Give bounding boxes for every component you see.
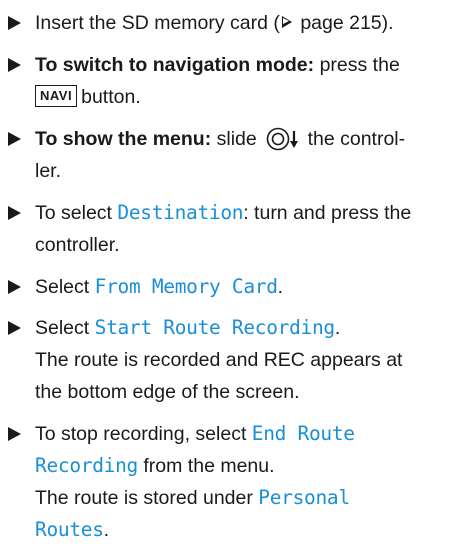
step-bullet-icon: [8, 427, 21, 441]
step-bullet-icon: [8, 58, 21, 72]
step-text: Select: [35, 276, 95, 298]
step-text: To stop recording, select: [35, 423, 252, 445]
menu-item-destination: Destination: [117, 201, 244, 224]
result-text: The route is recorded and REC appears at: [35, 349, 403, 371]
step-text: the control-: [302, 128, 406, 150]
reference-triangle-icon: [281, 16, 292, 28]
step-text: controller.: [35, 234, 120, 256]
step-text: To select: [35, 202, 118, 224]
step-text: Select: [35, 317, 95, 339]
step-text: press the: [314, 54, 400, 76]
menu-item-from-memory-card: From Memory Card: [94, 275, 278, 298]
result-text: The route is stored under: [35, 487, 259, 509]
step-text: Insert the SD memory card (: [35, 12, 280, 34]
step-text: .: [334, 317, 341, 339]
step-bullet-icon: [8, 206, 21, 220]
menu-item-personal-routes: Personal: [258, 486, 350, 509]
menu-item-personal-routes-cont: Routes: [35, 518, 104, 541]
menu-item-start-route-recording: Start Route Recording: [94, 316, 336, 339]
step-insert-sd-card: Insert the SD memory card ( page 215).: [8, 7, 458, 39]
step-text: : turn and press the: [243, 202, 412, 224]
step-bullet-icon: [8, 280, 21, 294]
step-bullet-icon: [8, 16, 21, 30]
controller-slide-down-icon: [266, 127, 299, 151]
step-text: from the menu.: [137, 455, 275, 477]
instruction-page: Insert the SD memory card ( page 215). T…: [0, 0, 462, 541]
step-bullet-icon: [8, 321, 21, 335]
step-select-from-memory-card: Select From Memory Card.: [8, 271, 458, 303]
step-heading: To show the menu:: [35, 128, 212, 150]
step-text: ler.: [35, 160, 62, 182]
step-show-menu: To show the menu: slide the control- ler…: [8, 123, 458, 187]
step-start-route-recording: Select Start Route Recording. The route …: [8, 312, 458, 408]
navi-button-key: NAVI: [35, 85, 78, 107]
page-reference: page 215).: [294, 12, 394, 34]
result-text: the bottom edge of the screen.: [35, 381, 300, 403]
step-heading: To switch to navigation mode:: [35, 54, 315, 76]
menu-item-end-route-recording-cont: Recording: [35, 454, 138, 477]
step-text: .: [277, 276, 284, 298]
step-text: slide: [211, 128, 263, 150]
step-text: button.: [81, 86, 141, 108]
step-bullet-icon: [8, 132, 21, 146]
step-navigation-mode: To switch to navigation mode: press the …: [8, 49, 458, 113]
step-stop-recording: To stop recording, select End Route Reco…: [8, 418, 458, 546]
step-select-destination: To select Destination: turn and press th…: [8, 197, 458, 261]
result-text: .: [103, 519, 110, 541]
menu-item-end-route-recording: End Route: [251, 422, 355, 445]
